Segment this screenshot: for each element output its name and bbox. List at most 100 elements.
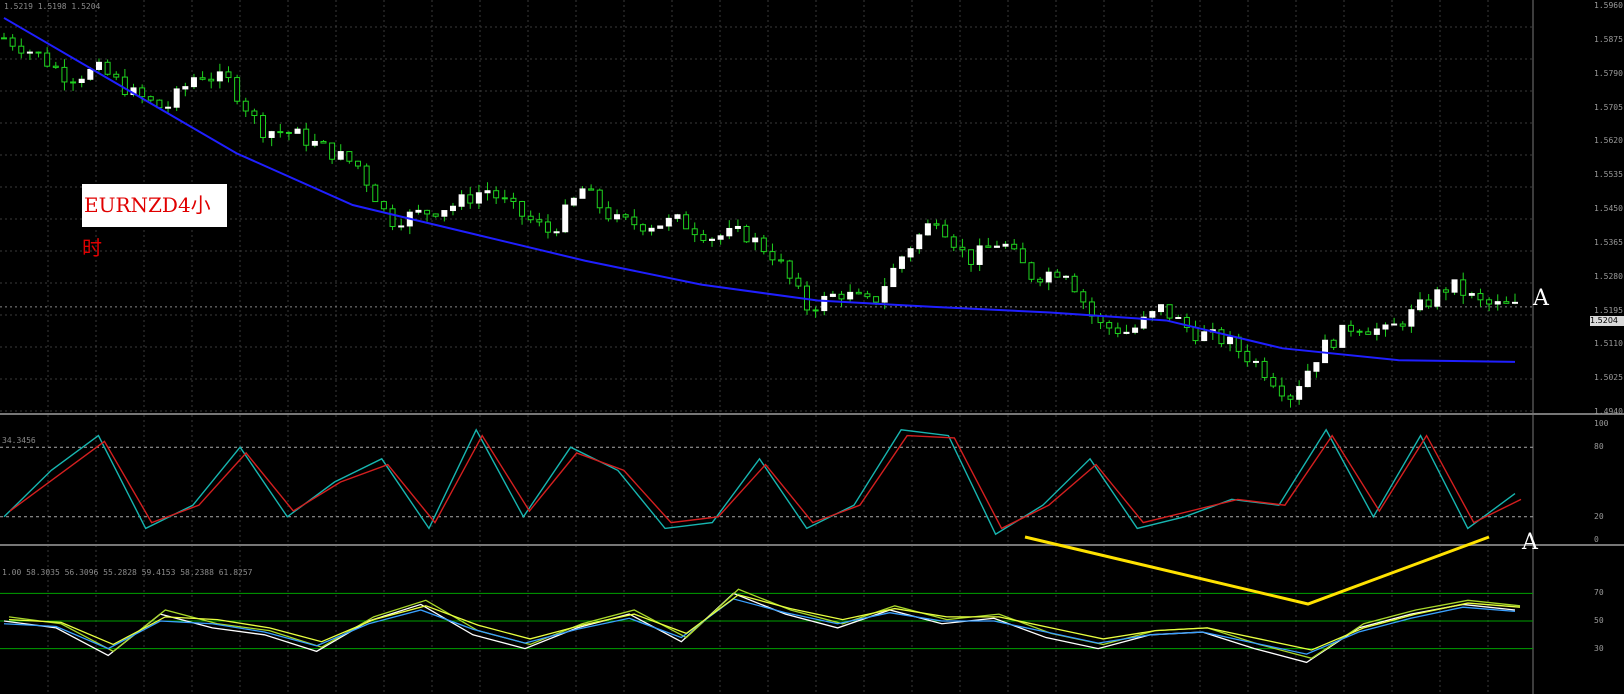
candle-body <box>1296 386 1303 400</box>
candle-body <box>639 224 646 232</box>
axis-tick-label: 1.5535 <box>1594 170 1623 180</box>
candle-body <box>1434 289 1441 307</box>
candle-body <box>1287 395 1294 400</box>
candle-body <box>467 194 474 204</box>
candle-body <box>303 128 310 146</box>
candle-body <box>1278 385 1285 397</box>
candle-body <box>52 65 59 68</box>
rsi-oscillator <box>0 588 1533 664</box>
axis-tick-label: 1.5365 <box>1594 237 1623 247</box>
candle-body <box>985 245 992 248</box>
candle-body <box>544 221 551 233</box>
candle-body <box>260 115 267 138</box>
marker-a-price: A <box>1533 286 1549 311</box>
candle-body <box>1106 322 1113 329</box>
candle-body <box>165 106 172 109</box>
candle-body <box>1382 324 1389 330</box>
candle-body <box>372 184 379 203</box>
candle-body <box>614 214 621 220</box>
candle-body <box>622 214 629 218</box>
candle-body <box>1322 339 1329 364</box>
current-price-label: 1.5204 <box>1590 316 1624 326</box>
candle-body <box>113 73 120 78</box>
candle-body <box>363 165 370 186</box>
candle-body <box>1425 299 1432 307</box>
candle-body <box>294 128 301 134</box>
candle-body <box>855 291 862 295</box>
candle-body <box>588 188 595 191</box>
candle-body <box>199 77 206 80</box>
candle-body <box>752 237 759 243</box>
candle-body <box>760 237 767 253</box>
candle-body <box>1304 370 1311 388</box>
candle-body <box>320 140 327 144</box>
candle-body <box>596 189 603 209</box>
candle-body <box>475 192 482 204</box>
marker-a-oscillator: A <box>1522 530 1538 555</box>
candle-body <box>104 61 111 75</box>
candle-body <box>1114 327 1121 334</box>
candle-body <box>458 194 465 207</box>
candle-body <box>743 225 750 243</box>
axis-tick-label: 100 <box>1594 419 1609 428</box>
candle-body <box>1192 327 1199 342</box>
axis-tick-label: 1.5960 <box>1594 1 1623 10</box>
candle-body <box>1201 331 1208 342</box>
candle-body <box>18 45 25 54</box>
candle-body <box>1468 293 1475 296</box>
axis-tick-label: 20 <box>1594 511 1604 521</box>
candle-body <box>968 249 975 265</box>
candle-body <box>355 160 362 167</box>
candle-body <box>1451 279 1458 293</box>
candle-body <box>337 151 344 160</box>
candle-body <box>1019 248 1026 264</box>
candle-body <box>389 208 396 227</box>
candle-body <box>1175 316 1182 319</box>
candle-body <box>700 234 707 241</box>
candle-body <box>147 96 154 101</box>
candle-body <box>1071 275 1078 293</box>
candle-body <box>898 256 905 269</box>
candle-body <box>778 259 785 262</box>
rsi-smoothed-line <box>8 594 1521 651</box>
candle-body <box>873 296 880 303</box>
candle-body <box>216 71 223 82</box>
candle-body <box>329 142 336 160</box>
candle-body <box>449 205 456 212</box>
axis-tick-label: 1.5280 <box>1594 271 1623 281</box>
stochastic-oscillator <box>0 428 1533 536</box>
candle-body <box>1339 324 1346 348</box>
candle-body <box>1218 329 1225 345</box>
candle-body <box>1494 301 1501 305</box>
candle-body <box>1166 304 1173 319</box>
axis-tick-label: 50 <box>1594 616 1604 625</box>
axis-tick-label: 1.5110 <box>1594 339 1623 349</box>
stoch-main-line <box>3 428 1516 536</box>
rsi-line <box>3 598 1516 655</box>
candle-body <box>890 267 897 288</box>
axis-tick-label: 1.5790 <box>1594 68 1623 78</box>
candle-body <box>501 197 508 200</box>
candle-body <box>1417 299 1424 311</box>
candle-body <box>527 215 534 221</box>
candle-body <box>1477 293 1484 301</box>
symbol-timeframe-label: EURNZD4小时 <box>82 184 227 260</box>
axis-tick-label: 1.4940 <box>1594 407 1623 416</box>
candle-body <box>1365 331 1372 335</box>
candle-body <box>1 37 7 40</box>
divergence-trendline <box>1024 535 1490 606</box>
candle-body <box>605 207 612 220</box>
stoch-signal-line <box>9 434 1522 530</box>
candle-body <box>657 225 664 229</box>
chart-canvas[interactable] <box>0 0 1624 694</box>
candle-body <box>1088 301 1095 317</box>
candle-body <box>579 188 586 199</box>
candle-body <box>1330 339 1337 348</box>
candle-body <box>916 234 923 250</box>
candle-body <box>829 293 836 297</box>
candle-body <box>251 110 258 117</box>
candle-body <box>139 87 146 98</box>
candle-body <box>631 216 638 226</box>
rsi-header: 1.00 58.3035 56.3096 55.2828 59.4153 58.… <box>2 568 253 577</box>
candle-body <box>1037 278 1044 283</box>
